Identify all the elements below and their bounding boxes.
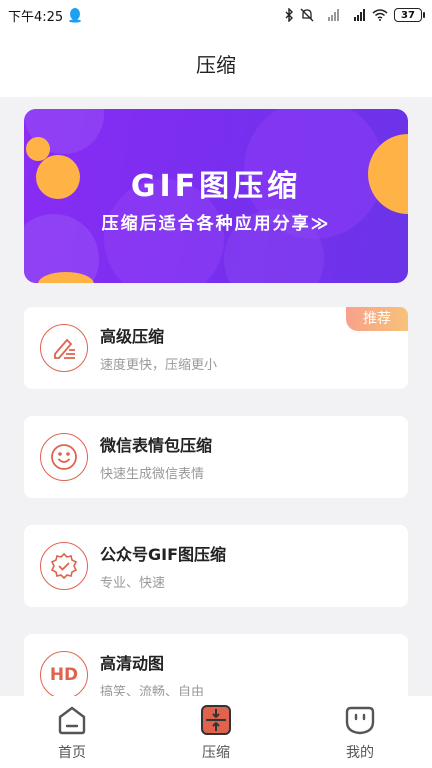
smiley-icon xyxy=(40,433,88,481)
wifi-icon xyxy=(372,9,388,21)
card-title: 公众号GIF图压缩 xyxy=(100,545,227,564)
home-icon xyxy=(58,706,86,735)
card-desc: 速度更快，压缩更小 xyxy=(100,358,218,373)
feature-card-advanced[interactable]: 高级压缩 速度更快，压缩更小 推荐 xyxy=(24,307,408,389)
qq-icon xyxy=(69,8,82,23)
signal-1-icon xyxy=(328,9,339,21)
hd-icon: HD xyxy=(40,651,88,699)
status-time: 下午4:25 xyxy=(8,9,64,25)
card-desc: 快速生成微信表情 xyxy=(100,467,205,482)
tab-compress-label: 压缩 xyxy=(202,745,230,761)
compress-icon xyxy=(201,705,231,735)
card-title: 高清动图 xyxy=(100,654,165,673)
feature-card-wechat-sticker[interactable]: 微信表情包压缩 快速生成微信表情 xyxy=(24,416,408,498)
card-desc: 专业、快速 xyxy=(100,576,166,591)
title-bar: 压缩 xyxy=(0,30,432,97)
tab-profile-label: 我的 xyxy=(346,745,374,761)
tab-profile[interactable]: 我的 xyxy=(288,696,432,768)
verified-badge-icon xyxy=(40,542,88,590)
hd-icon-text: HD xyxy=(49,665,79,685)
edit-lines-icon xyxy=(40,324,88,372)
card-title: 高级压缩 xyxy=(100,327,165,346)
tab-home[interactable]: 首页 xyxy=(0,696,144,768)
battery-level: 37 xyxy=(401,9,415,21)
page-title: 压缩 xyxy=(196,53,236,77)
tab-home-label: 首页 xyxy=(58,745,86,761)
gif-compress-banner[interactable]: GIF图压缩 压缩后适合各种应用分享≫ xyxy=(24,109,408,283)
card-title: 微信表情包压缩 xyxy=(100,436,213,455)
profile-icon xyxy=(345,706,375,735)
recommend-badge: 推荐 xyxy=(346,307,408,331)
status-bar: 下午4:25 37 xyxy=(0,0,432,30)
mute-bell-icon xyxy=(300,8,314,22)
banner-subtitle: 压缩后适合各种应用分享≫ xyxy=(101,214,331,234)
bottom-tab-bar: 首页 压缩 我的 xyxy=(0,696,432,768)
tab-compress[interactable]: 压缩 xyxy=(144,696,288,768)
signal-2-icon xyxy=(354,9,365,21)
bluetooth-icon xyxy=(285,8,293,22)
banner-title: GIF图压缩 xyxy=(130,169,302,204)
feature-card-official-account[interactable]: 公众号GIF图压缩 专业、快速 xyxy=(24,525,408,607)
battery-indicator: 37 xyxy=(394,8,425,22)
